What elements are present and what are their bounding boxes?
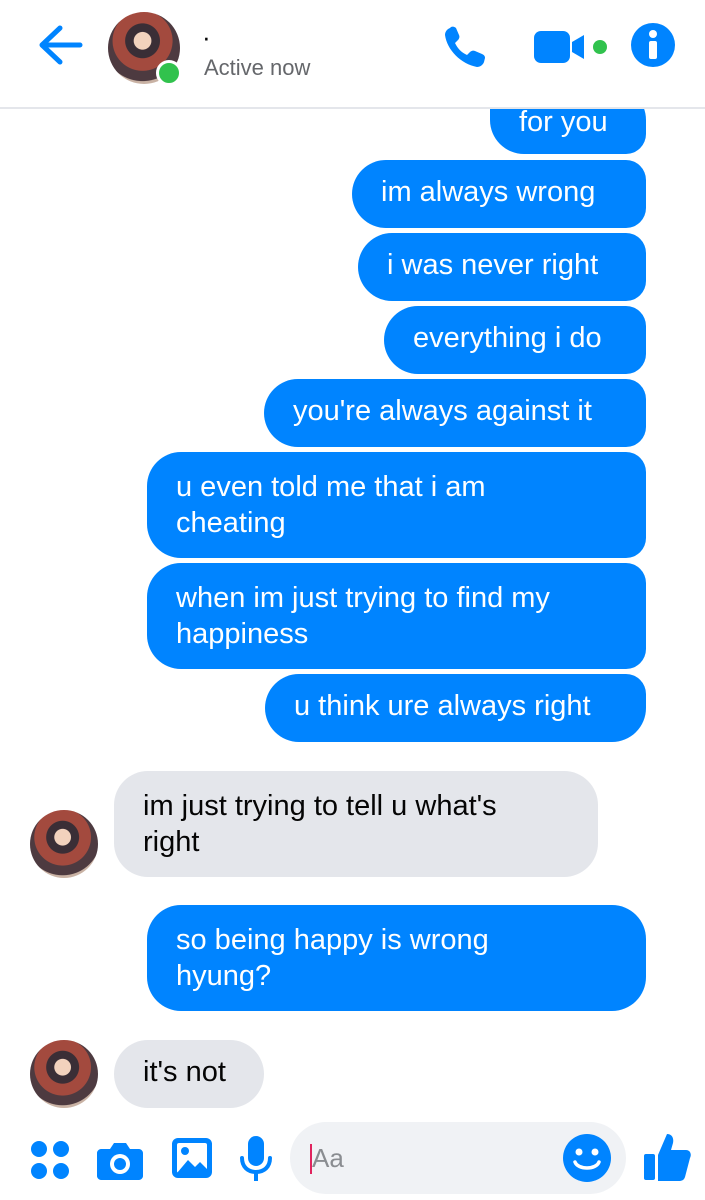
- message-input-placeholder: Aa: [312, 1143, 344, 1173]
- video-call-button[interactable]: [532, 28, 612, 66]
- like-button[interactable]: [642, 1130, 692, 1184]
- message-text: for you: [519, 106, 608, 138]
- phone-icon: [445, 26, 485, 68]
- message-bubble-outgoing[interactable]: when im just trying to find my happiness: [147, 563, 646, 669]
- message-text-line: when im just trying to find my: [176, 582, 550, 614]
- camera-button[interactable]: [96, 1138, 144, 1182]
- message-composer: Aa: [0, 1116, 705, 1200]
- message-bubble-outgoing[interactable]: u think ure always right: [265, 674, 646, 742]
- more-actions-button[interactable]: [28, 1138, 72, 1182]
- message-text: u think ure always right: [294, 690, 591, 722]
- messenger-chat-screen: for you im always wrong i was never righ…: [0, 0, 705, 1200]
- message-text: i was never right: [387, 249, 599, 281]
- message-bubble-outgoing[interactable]: i was never right: [358, 233, 646, 301]
- image-icon: [172, 1138, 212, 1178]
- back-button[interactable]: [34, 22, 88, 68]
- active-status: Active now: [204, 55, 311, 80]
- contact-avatar-header[interactable]: [108, 12, 182, 86]
- four-dots-icon: [31, 1141, 69, 1179]
- contact-name[interactable]: ·: [202, 22, 211, 52]
- gallery-button[interactable]: [170, 1136, 214, 1180]
- message-bubble-incoming[interactable]: it's not: [114, 1040, 264, 1108]
- online-status-dot: [156, 60, 182, 86]
- info-icon: [631, 23, 675, 67]
- arrow-left-icon: [39, 25, 83, 65]
- message-text-line: happiness: [176, 618, 309, 650]
- message-bubble-outgoing[interactable]: everything i do: [384, 306, 646, 374]
- contact-avatar[interactable]: [30, 810, 98, 878]
- message-text: it's not: [143, 1056, 226, 1088]
- message-bubble-outgoing[interactable]: you're always against it: [264, 379, 646, 447]
- message-text-line: hyung?: [176, 960, 272, 992]
- emoji-button[interactable]: [562, 1133, 612, 1183]
- message-thread[interactable]: for you im always wrong i was never righ…: [0, 0, 705, 1200]
- message-text-line: im just trying to tell u what's: [143, 790, 497, 822]
- message-bubble-outgoing[interactable]: im always wrong: [352, 160, 646, 228]
- message-bubble-incoming[interactable]: im just trying to tell u what's right: [114, 771, 598, 877]
- chat-header: · Active now: [0, 0, 705, 109]
- message-text: you're always against it: [293, 395, 592, 427]
- message-bubble-outgoing[interactable]: u even told me that i am cheating: [147, 452, 646, 558]
- message-text: everything i do: [413, 322, 602, 354]
- smiley-icon: [563, 1134, 611, 1182]
- video-camera-icon: [534, 31, 607, 63]
- info-button[interactable]: [630, 22, 676, 68]
- call-button[interactable]: [440, 22, 490, 72]
- message-text-line: right: [143, 826, 200, 858]
- message-bubble-outgoing[interactable]: so being happy is wrong hyung?: [147, 905, 646, 1011]
- thumbs-up-icon: [644, 1134, 691, 1181]
- message-text-line: u even told me that i am: [176, 471, 486, 503]
- message-text: im always wrong: [381, 176, 596, 208]
- camera-icon: [97, 1143, 143, 1180]
- contact-avatar[interactable]: [30, 1040, 98, 1108]
- voice-message-button[interactable]: [238, 1134, 274, 1184]
- message-text-line: cheating: [176, 507, 286, 539]
- message-text-line: so being happy is wrong: [176, 924, 489, 956]
- microphone-icon: [240, 1136, 272, 1181]
- message-input[interactable]: Aa: [290, 1122, 626, 1194]
